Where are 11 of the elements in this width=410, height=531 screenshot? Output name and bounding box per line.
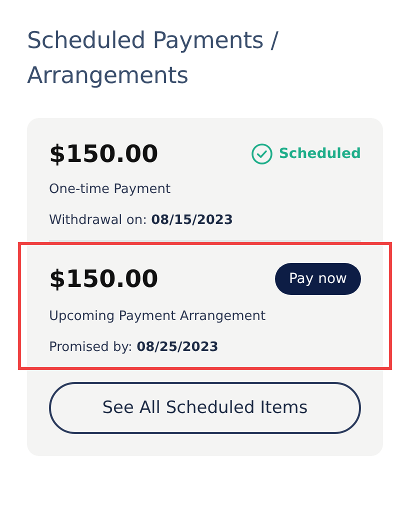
status-label: Scheduled xyxy=(278,146,361,162)
check-circle-icon xyxy=(250,143,273,165)
payment-amount: $150.00 xyxy=(49,265,158,293)
payment-date: Withdrawal on: 08/15/2023 xyxy=(49,213,234,228)
payment-date: Promised by: 08/25/2023 xyxy=(49,340,220,355)
payment-type: Upcoming Payment Arrangement xyxy=(49,309,267,324)
payment-type: One-time Payment xyxy=(49,182,172,197)
see-all-button[interactable]: See All Scheduled Items xyxy=(49,382,361,434)
payment-amount: $150.00 xyxy=(49,140,158,168)
pay-now-button[interactable]: Pay now xyxy=(274,263,361,295)
section-title: Scheduled Payments / Arrangements xyxy=(27,27,280,91)
